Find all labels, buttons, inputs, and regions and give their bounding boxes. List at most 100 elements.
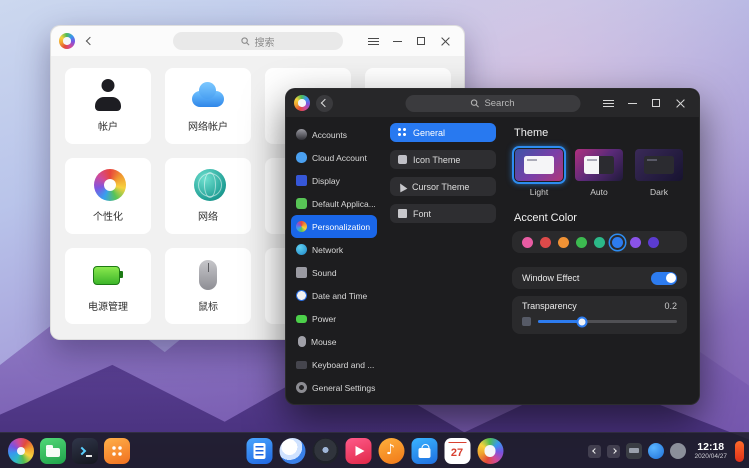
window-effect-row: Window Effect (512, 267, 687, 289)
search-icon (241, 37, 250, 46)
theme-preview-light (515, 149, 563, 181)
slider-knob[interactable] (577, 316, 588, 327)
theme-option-auto[interactable]: Auto (572, 146, 626, 197)
camera-icon[interactable] (312, 438, 338, 464)
close-icon (676, 99, 685, 108)
subnav-general[interactable]: General (390, 123, 496, 142)
mouse-icon (190, 259, 226, 291)
sidebar-item-network[interactable]: Network (291, 238, 377, 261)
sidebar-item-label: Date and Time (312, 291, 367, 301)
search-input[interactable]: 搜索 (173, 32, 343, 50)
theme-option-dark[interactable]: Dark (632, 146, 686, 197)
theme-border (572, 146, 626, 184)
settings-card-mouse[interactable]: 鼠标 (165, 248, 251, 324)
minimize-button[interactable] (386, 31, 408, 51)
card-label: 鼠标 (198, 298, 218, 313)
search-placeholder: 搜索 (255, 34, 275, 49)
back-button[interactable] (81, 33, 98, 50)
sidebar-item-label: Display (312, 176, 340, 186)
slider-fill (538, 320, 582, 323)
subnav-cursor-theme[interactable]: Cursor Theme (390, 177, 496, 196)
search-placeholder: Search (484, 98, 514, 109)
maximize-button[interactable] (410, 31, 432, 51)
sidebar: Accounts Cloud Account Display Default A… (286, 117, 382, 406)
keyboard-tray-icon[interactable] (626, 443, 642, 459)
launcher-icon[interactable] (8, 438, 34, 464)
theme-options: Light Auto Dark (512, 146, 687, 197)
back-button[interactable] (316, 95, 333, 112)
sidebar-item-cloud-account[interactable]: Cloud Account (291, 146, 377, 169)
subnav-font[interactable]: Font (390, 204, 496, 223)
close-button[interactable] (669, 93, 691, 113)
close-button[interactable] (434, 31, 456, 51)
sidebar-item-display[interactable]: Display (291, 169, 377, 192)
sidebar-item-keyboard[interactable]: Keyboard and ... (291, 353, 377, 376)
window-controls (362, 31, 456, 51)
card-label: 电源管理 (88, 298, 128, 313)
sidebar-item-date-and-time[interactable]: Date and Time (291, 284, 377, 307)
sidebar-item-power[interactable]: Power (291, 307, 377, 330)
accent-color-dot[interactable] (522, 237, 533, 248)
chevron-left-icon (320, 99, 328, 107)
cloud-icon (190, 79, 226, 111)
theme-option-light[interactable]: Light (512, 146, 566, 197)
calendar-icon[interactable]: 27 (444, 438, 470, 464)
accent-color-dot[interactable] (558, 237, 569, 248)
settings-card-power[interactable]: 电源管理 (65, 248, 151, 324)
titlebar: 搜索 (51, 26, 464, 56)
mini-window (524, 156, 554, 174)
settings-card-network[interactable]: 网络 (165, 158, 251, 234)
control-center-icon[interactable] (477, 438, 503, 464)
sidebar-item-general-settings[interactable]: General Settings (291, 376, 377, 399)
maximize-button[interactable] (645, 93, 667, 113)
settings-body: Accounts Cloud Account Display Default A… (286, 117, 699, 406)
file-manager-icon[interactable] (40, 438, 66, 464)
settings-card-personalization[interactable]: 个性化 (65, 158, 151, 234)
sidebar-item-personalization[interactable]: Personalization (291, 215, 377, 238)
sidebar-item-mouse[interactable]: Mouse (291, 330, 377, 353)
calculator-icon[interactable] (246, 438, 272, 464)
subnav-icon-theme[interactable]: Icon Theme (390, 150, 496, 169)
dock-prev-button[interactable] (588, 445, 601, 458)
power-button[interactable] (735, 441, 744, 462)
minimize-button[interactable] (621, 93, 643, 113)
settings-card-cloud-account[interactable]: 网络帐户 (165, 68, 251, 144)
close-icon (441, 37, 450, 46)
desktop: 搜索 帐户 网络帐户 个性化 (0, 0, 749, 468)
minimize-icon (393, 41, 402, 42)
search-input[interactable]: Search (405, 95, 580, 112)
speaker-icon (296, 267, 307, 278)
music-icon[interactable] (378, 438, 404, 464)
network-tray-icon[interactable] (648, 443, 664, 459)
accent-color-dot[interactable] (630, 237, 641, 248)
video-player-icon[interactable] (345, 438, 371, 464)
terminal-icon[interactable] (72, 438, 98, 464)
sidebar-item-label: Network (312, 245, 343, 255)
sidebar-item-accounts[interactable]: Accounts (291, 123, 377, 146)
sidebar-item-default-applications[interactable]: Default Applica... (291, 192, 377, 215)
browser-icon[interactable] (279, 438, 305, 464)
app-store-icon[interactable] (411, 438, 437, 464)
menu-button[interactable] (597, 93, 619, 113)
window-effect-toggle[interactable] (651, 272, 677, 285)
accent-color-dot[interactable] (594, 237, 605, 248)
transparency-slider[interactable] (538, 320, 677, 323)
palette-icon (296, 221, 307, 232)
minimize-icon (628, 103, 637, 104)
card-label: 帐户 (98, 118, 118, 133)
search-icon (470, 99, 479, 108)
dock-next-button[interactable] (607, 445, 620, 458)
settings-card-accounts[interactable]: 帐户 (65, 68, 151, 144)
accent-color-dot-selected[interactable] (612, 237, 623, 248)
mouse-icon (298, 336, 306, 347)
subnav-label: Cursor Theme (412, 182, 469, 192)
menu-button[interactable] (362, 31, 384, 51)
accent-color-dot[interactable] (648, 237, 659, 248)
accent-color-dot[interactable] (576, 237, 587, 248)
accent-color-dot[interactable] (540, 237, 551, 248)
clock[interactable]: 12:18 2020/04/27 (694, 442, 727, 461)
launchpad-icon[interactable] (104, 438, 130, 464)
sidebar-item-sound[interactable]: Sound (291, 261, 377, 284)
sound-tray-icon[interactable] (670, 443, 686, 459)
globe-icon (194, 169, 226, 201)
